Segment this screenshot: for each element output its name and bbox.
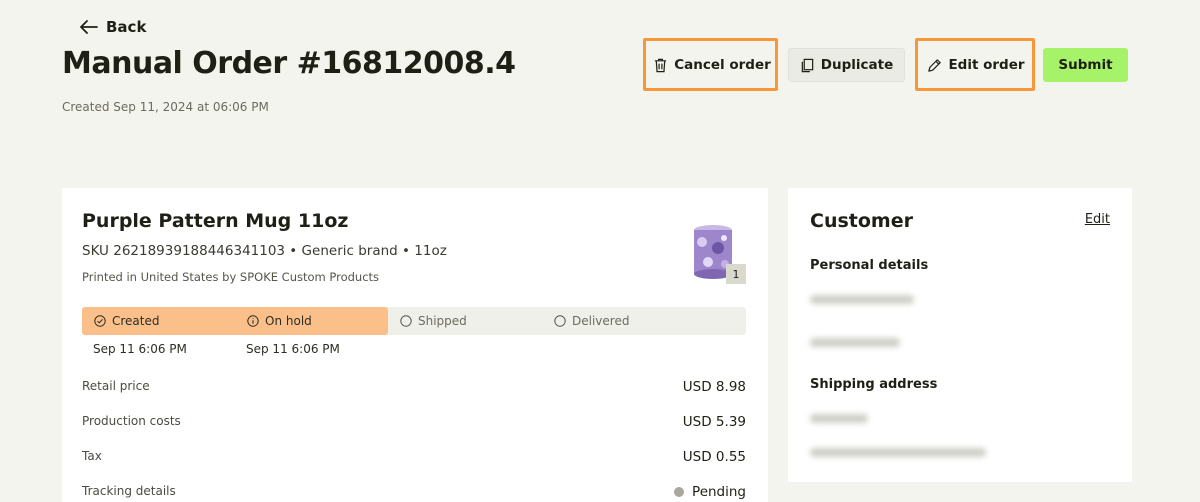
status-tracker: Created On hold Shipped Delivered (82, 307, 746, 335)
empty-circle-icon (554, 315, 566, 327)
step-shipped: Shipped (400, 307, 467, 335)
edit-order-label: Edit order (948, 57, 1025, 73)
production-costs-label: Production costs (82, 414, 181, 428)
blurred-address-line-1 (810, 414, 868, 423)
customer-title: Customer (810, 210, 913, 232)
duplicate-label: Duplicate (820, 57, 894, 73)
step-on-hold-date: Sep 11 6:06 PM (246, 342, 340, 356)
tracking-status: Pending (674, 484, 746, 500)
retail-price-label: Retail price (82, 379, 150, 393)
arrow-left-icon (80, 20, 98, 34)
product-card: Purple Pattern Mug 11oz SKU 262189391884… (62, 188, 768, 502)
submit-button[interactable]: Submit (1043, 48, 1128, 82)
step-shipped-label: Shipped (418, 314, 467, 328)
duplicate-button[interactable]: Duplicate (788, 48, 905, 82)
product-sku-line: SKU 26218939188446341103 • Generic brand… (82, 243, 447, 259)
step-on-hold: On hold (247, 307, 312, 335)
pencil-icon (928, 58, 942, 72)
product-brand-size: • Generic brand • 11oz (285, 243, 447, 259)
cancel-order-label: Cancel order (674, 57, 771, 73)
tracking-details-label: Tracking details (82, 484, 176, 498)
personal-details-heading: Personal details (810, 258, 929, 273)
blurred-name (810, 295, 914, 304)
cancel-order-button[interactable]: Cancel order (650, 48, 774, 82)
blurred-contact (810, 338, 900, 347)
step-created-date: Sep 11 6:06 PM (93, 342, 187, 356)
edit-order-button[interactable]: Edit order (922, 48, 1030, 82)
step-created: Created (94, 307, 160, 335)
tracking-status-value: Pending (692, 484, 746, 500)
trash-icon (655, 58, 667, 72)
empty-circle-icon (400, 315, 412, 327)
step-delivered: Delivered (554, 307, 629, 335)
back-label: Back (106, 18, 147, 36)
info-circle-icon (247, 315, 259, 327)
product-name: Purple Pattern Mug 11oz (82, 210, 349, 232)
tax-value: USD 0.55 (682, 449, 746, 465)
blurred-address-line-2 (810, 448, 986, 457)
step-created-label: Created (112, 314, 160, 328)
customer-edit-link[interactable]: Edit (1085, 212, 1110, 227)
copy-icon (801, 58, 814, 72)
step-on-hold-label: On hold (265, 314, 312, 328)
quantity-badge: 1 (726, 264, 746, 284)
shipping-address-heading: Shipping address (810, 377, 938, 392)
created-timestamp: Created Sep 11, 2024 at 06:06 PM (62, 100, 269, 114)
tax-label: Tax (82, 449, 102, 463)
action-bar: Cancel order Duplicate Edit order Submit (0, 38, 1200, 92)
customer-card: Customer Edit Personal details Shipping … (788, 188, 1132, 482)
product-printer: Printed in United States by SPOKE Custom… (82, 270, 380, 284)
back-button[interactable]: Back (80, 18, 146, 36)
check-circle-icon (94, 315, 106, 327)
retail-price-value: USD 8.98 (682, 379, 746, 395)
product-sku: SKU 26218939188446341103 (82, 243, 286, 259)
production-costs-value: USD 5.39 (682, 414, 746, 430)
step-delivered-label: Delivered (572, 314, 630, 328)
pending-dot-icon (674, 487, 685, 497)
